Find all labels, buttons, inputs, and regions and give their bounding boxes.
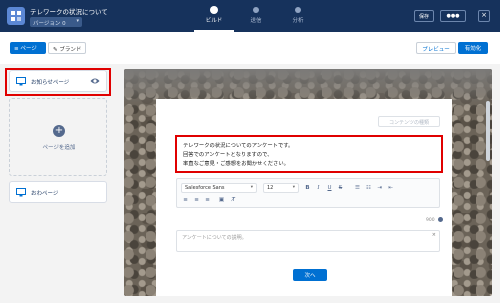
add-page-button[interactable]: + ページを追加 [9,98,107,176]
add-page-label: ページを追加 [42,145,76,151]
survey-page-card: コンテンツの種類 テレワークの状況についてのアンケートです。 回答でのアンケート… [156,99,452,296]
bulleted-list-icon[interactable]: ☰ [353,185,362,191]
align-left-icon[interactable]: ≡ [181,197,190,203]
tab-brand-label: ブランド [59,47,82,53]
info-icon[interactable] [437,217,443,222]
more-icon: ●●● [446,13,460,19]
tab-page-label: ページ [20,46,37,52]
step-dot-icon [295,7,301,13]
font-size-select[interactable]: 12 ▾ [263,183,299,193]
chevron-down-icon: ▾ [76,18,79,24]
version-select[interactable]: バージョン 0 ▾ [30,17,82,27]
page-list-panel: お知らせページ + ページを追加 おわページ [0,64,116,303]
font-family-value: Salesforce Sans [185,185,225,191]
survey-app-icon [7,7,25,25]
content-type-button[interactable]: コンテンツの種類 [378,116,440,127]
underline-icon[interactable]: U [325,185,334,191]
align-center-icon[interactable]: ≡ [192,197,201,203]
canvas-scrollbar[interactable] [486,71,490,294]
answer-textarea[interactable]: アンケートについての説明。 × [176,230,440,252]
survey-title: テレワークの状況について [30,8,108,16]
close-icon[interactable]: × [432,232,436,238]
more-actions-button[interactable]: ●●● [440,10,466,22]
rich-text-toolbar: Salesforce Sans ▾ 12 ▾ B I U S ☰ ☷ ⇥ ⇤ ≡ ≡… [176,178,440,208]
background-image: コンテンツの種類 テレワークの状況についてのアンケートです。 回答でのアンケート… [124,69,492,296]
app-header: テレワークの状況について バージョン 0 ▾ ビルド 送信 分析 保存 ●●● … [0,0,500,32]
character-count-value: 900 [426,218,435,223]
tab-brand[interactable]: ✎ ブランド [48,42,86,54]
next-button[interactable]: 次へ [293,269,327,281]
chevron-down-icon: ▾ [292,185,295,190]
step-analyze[interactable]: 分析 [278,0,318,32]
highlight-box [5,68,111,96]
character-count: 900 [426,217,443,223]
font-size-value: 12 [267,185,274,191]
tab-page[interactable]: ≡ ページ [10,42,46,54]
step-dot-icon [210,6,218,14]
strikethrough-icon[interactable]: S [336,185,345,191]
outdent-icon[interactable]: ⇤ [386,185,395,191]
step-label: 分析 [292,18,304,24]
close-icon: × [481,11,487,19]
answer-placeholder: アンケートについての説明。 [182,235,247,241]
italic-icon[interactable]: I [314,185,323,191]
page-card-label: おわページ [31,191,59,197]
close-button[interactable]: × [478,10,490,22]
clear-format-icon[interactable]: T̸ [229,197,238,203]
step-dot-icon [253,7,259,13]
align-right-icon[interactable]: ≡ [203,197,212,203]
page-icon [16,188,26,197]
numbered-list-icon[interactable]: ☷ [364,185,373,191]
plus-icon: + [53,125,65,137]
step-label: 送信 [250,18,262,24]
font-family-select[interactable]: Salesforce Sans ▾ [181,183,257,193]
image-icon[interactable]: ▣ [217,197,226,203]
save-button[interactable]: 保存 [414,10,434,22]
highlight-box [175,135,443,173]
builder-toolbar: ≡ ページ ✎ ブランド プレビュー 有効化 [0,32,500,64]
indent-icon[interactable]: ⇥ [375,185,384,191]
chevron-down-icon: ▾ [250,185,253,190]
activate-button[interactable]: 有効化 [458,42,488,54]
preview-canvas: コンテンツの種類 テレワークの状況についてのアンケートです。 回答でのアンケート… [116,64,500,303]
step-label: ビルド [205,18,223,24]
page-card-thanks[interactable]: おわページ [9,181,107,203]
preview-button[interactable]: プレビュー [416,42,456,54]
bold-icon[interactable]: B [303,185,312,191]
step-send[interactable]: 送信 [236,0,276,32]
step-build[interactable]: ビルド [194,0,234,32]
version-label: バージョン 0 [33,21,66,27]
